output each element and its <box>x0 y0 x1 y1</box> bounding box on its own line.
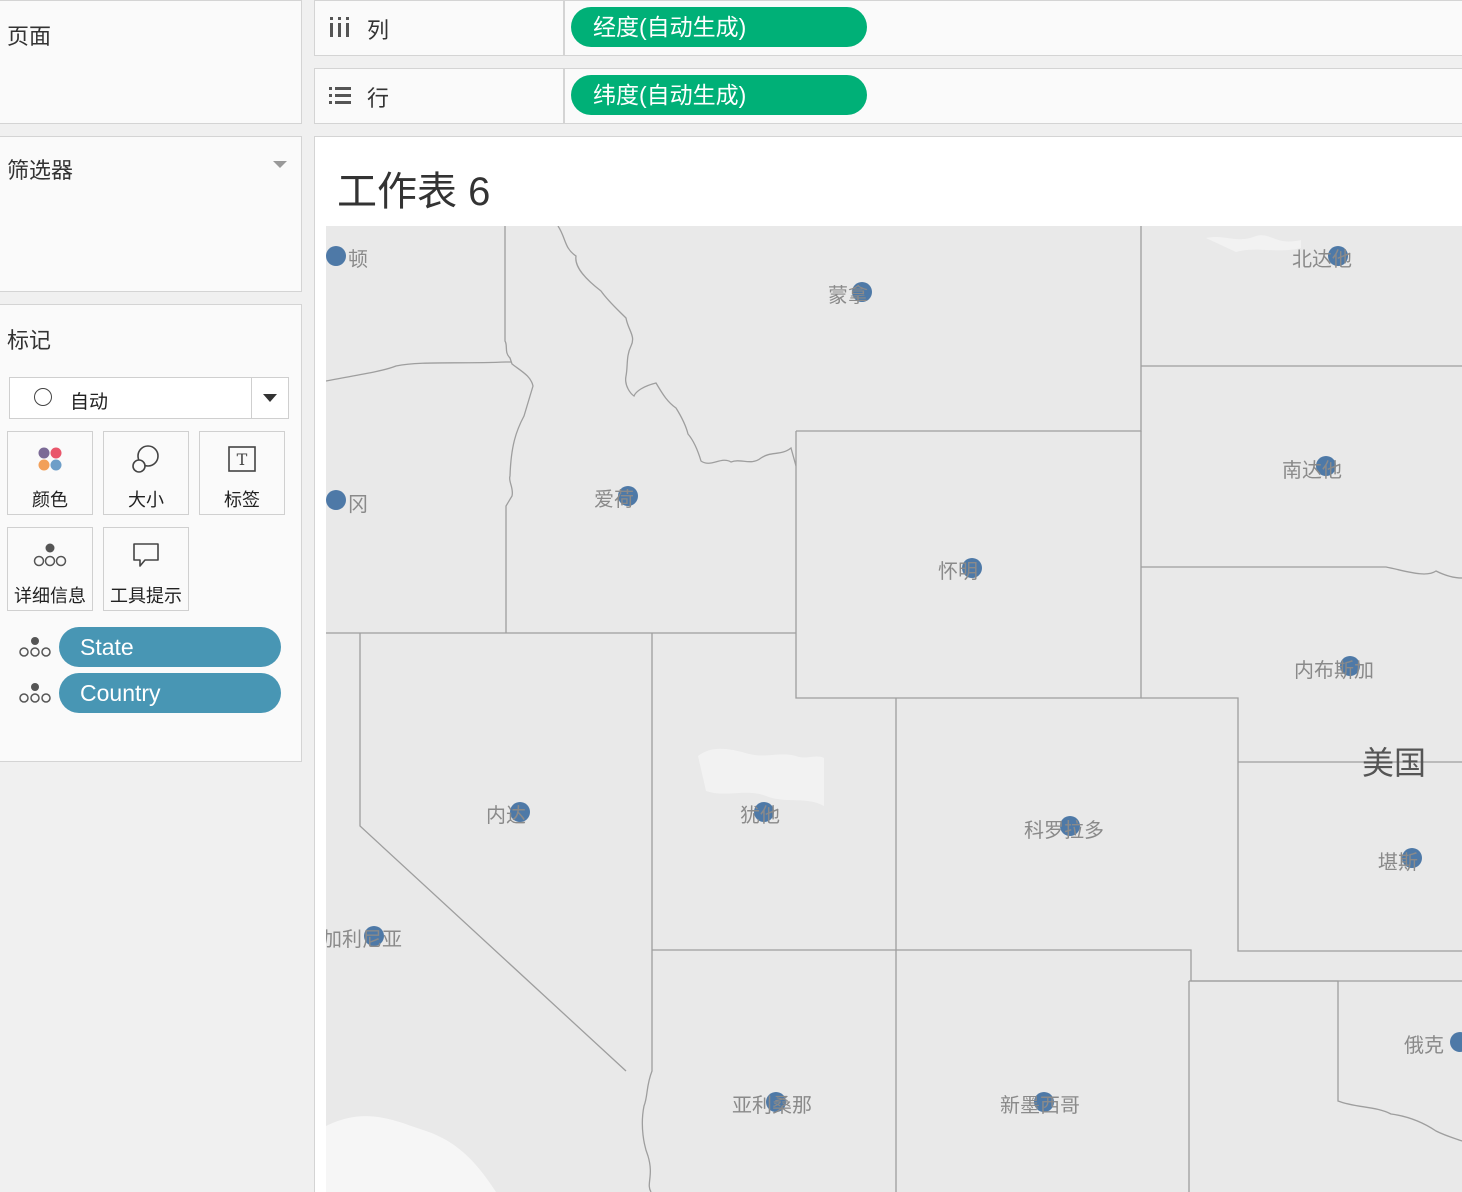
state-label-nevada: 内达 <box>486 805 526 827</box>
detail-button[interactable]: 详细信息 <box>7 527 93 611</box>
state-label-oregon: 冈 <box>348 494 368 516</box>
state-label-new-mexico: 新墨西哥 <box>1000 1095 1080 1117</box>
shelf-divider <box>563 69 565 123</box>
detail-icon <box>19 637 51 657</box>
state-label-california: 加利尼亚 <box>326 929 402 951</box>
color-label: 颜色 <box>32 490 68 510</box>
color-icon <box>8 444 92 474</box>
state-label-washington: 顿 <box>348 249 368 271</box>
size-icon <box>104 444 188 474</box>
map-mark[interactable] <box>326 246 346 266</box>
state-borders <box>326 226 1462 1192</box>
columns-icon <box>330 17 349 37</box>
country-label-usa: 美国 <box>1362 745 1427 781</box>
longitude-pill[interactable]: 经度(自动生成) <box>571 7 867 47</box>
size-label: 大小 <box>128 490 164 510</box>
state-label-south-dakota: 南达他 <box>1282 460 1342 482</box>
text-label-icon: T <box>200 444 284 474</box>
marks-panel: 标记 自动 颜色 大小 T 标签 详细信息 工具提示 State Country <box>0 304 302 762</box>
filters-panel[interactable]: 筛选器 <box>0 136 302 292</box>
tooltip-label: 工具提示 <box>110 586 182 606</box>
state-label-utah: 犹他 <box>740 805 780 827</box>
dropdown-divider <box>250 378 252 418</box>
rows-label: 行 <box>367 86 390 111</box>
tooltip-icon <box>104 540 188 570</box>
state-label-montana: 蒙拿 <box>828 285 868 307</box>
pages-panel: 页面 <box>0 0 302 124</box>
label-button[interactable]: T 标签 <box>199 431 285 515</box>
color-button[interactable]: 颜色 <box>7 431 93 515</box>
label-label: 标签 <box>224 490 260 510</box>
tooltip-button[interactable]: 工具提示 <box>103 527 189 611</box>
state-label-oklahoma: 俄克 <box>1404 1035 1444 1057</box>
columns-label: 列 <box>367 18 390 43</box>
mark-type-dropdown[interactable]: 自动 <box>9 377 289 419</box>
detail-icon <box>19 683 51 703</box>
state-label-idaho: 爱荷 <box>594 489 634 511</box>
mark-type-label: 自动 <box>70 392 109 413</box>
state-label-north-dakota: 北达他 <box>1292 249 1352 271</box>
map-mark[interactable] <box>326 490 346 510</box>
filters-menu-caret-icon[interactable] <box>273 161 287 168</box>
filters-title: 筛选器 <box>7 158 74 183</box>
svg-text:T: T <box>237 450 248 469</box>
rows-shelf[interactable]: 行 纬度(自动生成) <box>314 68 1462 124</box>
state-label-nebraska: 内布斯加 <box>1294 660 1374 682</box>
state-label-wyoming: 怀明 <box>938 561 978 583</box>
state-label-arizona: 亚利桑那 <box>732 1095 812 1117</box>
rows-icon <box>329 87 351 104</box>
country-pill[interactable]: Country <box>59 673 281 713</box>
detail-pill-row[interactable]: State <box>19 627 281 667</box>
detail-icon <box>8 540 92 570</box>
worksheet-title: 工作表 6 <box>337 170 491 214</box>
circle-mark-icon <box>34 388 52 406</box>
state-label-kansas: 堪斯 <box>1378 852 1418 874</box>
map-view[interactable]: 顿 蒙拿 北达他 冈 爱荷 南达他 怀明 内布斯加 内达 犹他 科罗拉多 堪斯 … <box>326 226 1462 1192</box>
marks-title: 标记 <box>7 328 52 353</box>
chevron-down-icon[interactable] <box>263 394 277 402</box>
pages-title: 页面 <box>7 24 52 49</box>
latitude-pill[interactable]: 纬度(自动生成) <box>571 75 867 115</box>
size-button[interactable]: 大小 <box>103 431 189 515</box>
state-label-colorado: 科罗拉多 <box>1024 820 1104 842</box>
detail-pill-row[interactable]: Country <box>19 673 281 713</box>
detail-label: 详细信息 <box>14 586 86 606</box>
shelf-divider <box>563 1 565 55</box>
columns-shelf[interactable]: 列 经度(自动生成) <box>314 0 1462 56</box>
state-pill[interactable]: State <box>59 627 281 667</box>
